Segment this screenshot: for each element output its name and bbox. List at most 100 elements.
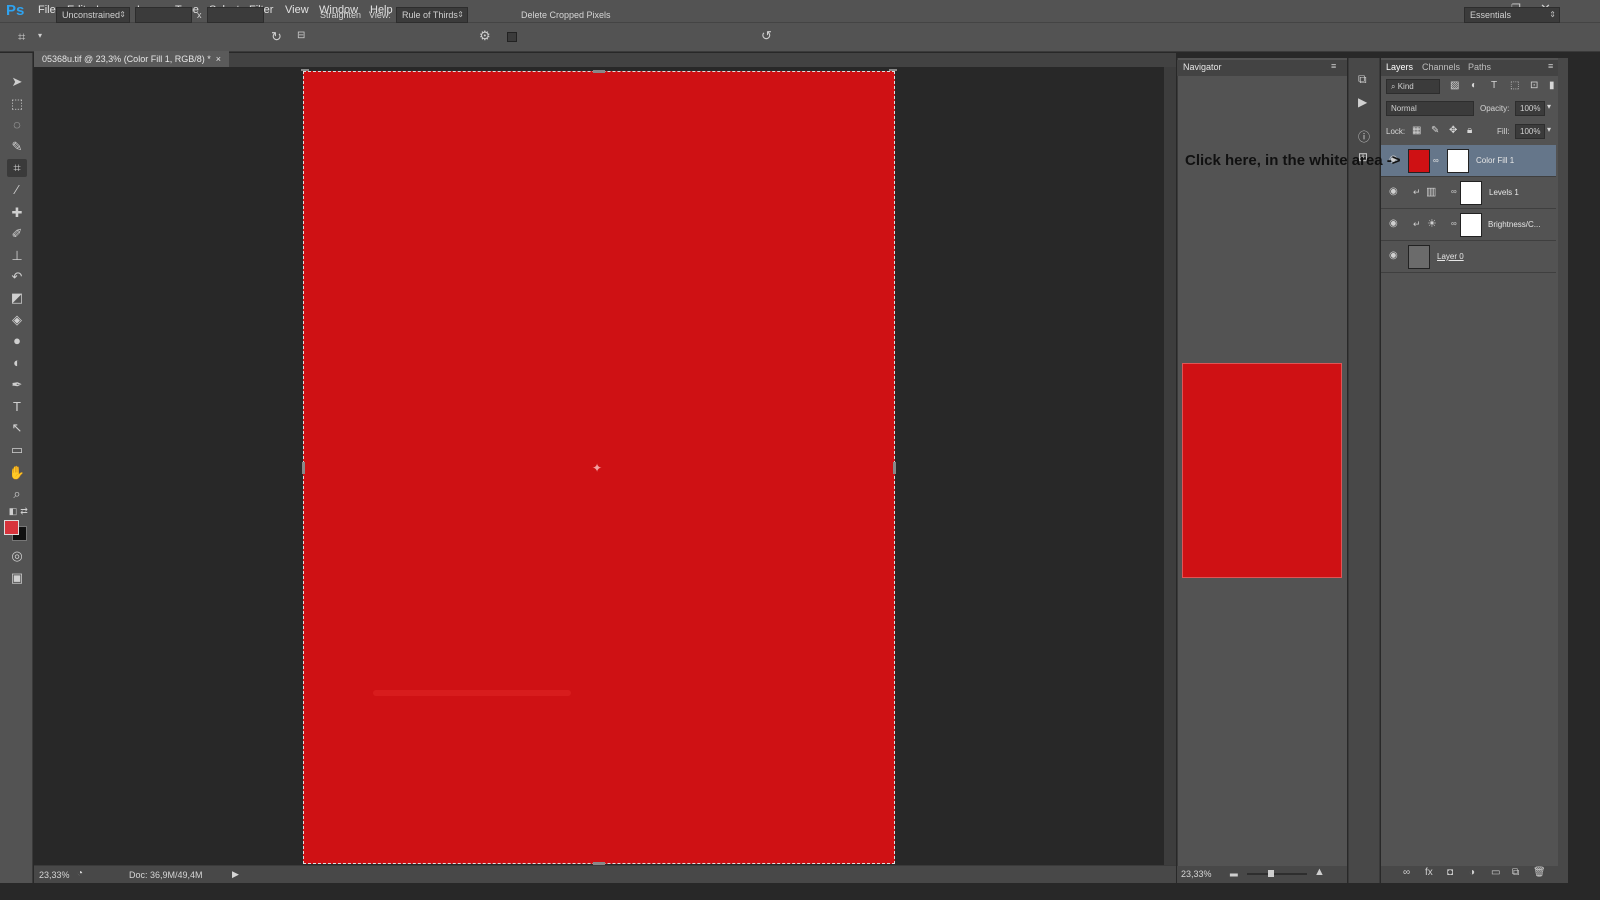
crop-width-input[interactable] <box>135 7 192 23</box>
reset-icon[interactable]: ↺ <box>761 28 772 44</box>
crop-handle-right[interactable] <box>893 462 896 474</box>
pixel-filter-icon[interactable]: ▨ <box>1450 80 1459 91</box>
layer-name[interactable]: Color Fill 1 <box>1476 156 1514 165</box>
visibility-eye-icon[interactable]: ◉ <box>1389 250 1398 261</box>
navigator-thumbnail[interactable] <box>1182 363 1342 578</box>
layer-mask-thumbnail[interactable] <box>1460 213 1482 237</box>
crop-handle-left[interactable] <box>302 462 305 474</box>
add-mask-icon[interactable]: ◘ <box>1447 867 1453 878</box>
panel-menu-icon[interactable]: ≡ <box>1331 61 1336 71</box>
document-tab-close-icon[interactable]: × <box>216 54 221 64</box>
opacity-arrow-icon[interactable]: ▾ <box>1547 102 1551 111</box>
lasso-tool-icon[interactable]: ◌ <box>7 116 27 134</box>
lock-all-icon[interactable]: 🔒︎ <box>1467 125 1472 136</box>
navigator-zoom-value[interactable]: 23,33% <box>1181 869 1212 879</box>
menu-file[interactable]: File <box>38 4 56 16</box>
fill-input[interactable]: 100% <box>1515 124 1545 139</box>
crop-tool-icon[interactable]: ⌗ <box>7 159 27 177</box>
history-brush-tool-icon[interactable]: ↶ <box>7 268 27 286</box>
zoom-slider-thumb[interactable] <box>1268 870 1274 877</box>
menu-view[interactable]: View <box>285 4 309 16</box>
lock-transparent-icon[interactable]: ▦ <box>1412 125 1421 136</box>
type-filter-icon[interactable]: T <box>1491 80 1497 91</box>
lock-position-icon[interactable]: ✥ <box>1449 125 1457 136</box>
filter-toggle-icon[interactable]: ▮ <box>1549 80 1555 91</box>
overlay-view-dropdown[interactable]: Rule of Thirds ⇕ <box>396 7 468 23</box>
layers-panel-menu-icon[interactable]: ≡ <box>1548 61 1553 71</box>
blend-mode-dropdown[interactable]: Normal <box>1386 101 1474 116</box>
quick-selection-tool-icon[interactable]: ✎ <box>7 138 27 156</box>
history-panel-icon[interactable]: ⧉ <box>1358 72 1367 87</box>
straighten-label[interactable]: Straighten <box>320 10 361 20</box>
eraser-tool-icon[interactable]: ◩ <box>7 289 27 307</box>
new-layer-icon[interactable]: ⧉ <box>1512 867 1519 878</box>
adjustment-filter-icon[interactable]: ◐ <box>1471 80 1477 91</box>
straighten-icon[interactable]: ⊟ <box>297 30 305 41</box>
tab-layers[interactable]: Layers <box>1386 62 1413 72</box>
layer-row-brightness[interactable]: ◉ ↵ ☀ ∞ Brightness/C... <box>1381 209 1556 241</box>
link-layers-icon[interactable]: ∞ <box>1403 867 1410 878</box>
pen-tool-icon[interactable]: ✒ <box>7 376 27 394</box>
rectangle-tool-icon[interactable]: ▭ <box>7 441 27 459</box>
paint-bucket-tool-icon[interactable]: ◈ <box>7 311 27 329</box>
quick-mask-icon[interactable]: ◎ <box>7 547 27 565</box>
tab-channels[interactable]: Channels <box>1422 62 1460 72</box>
layer-name[interactable]: Levels 1 <box>1489 188 1519 197</box>
crop-handle-top-left[interactable] <box>301 69 309 71</box>
document-tab[interactable]: 05368u.tif @ 23,3% (Color Fill 1, RGB/8)… <box>34 51 229 67</box>
tool-preset-chevron-icon[interactable]: ▾ <box>38 31 42 40</box>
eyedropper-tool-icon[interactable]: ⁄ <box>7 181 27 199</box>
zoom-level[interactable]: 23,33% <box>39 870 70 880</box>
status-info-icon[interactable]: ◔ <box>77 868 83 879</box>
link-icon[interactable]: ∞ <box>1433 156 1439 165</box>
delete-layer-icon[interactable]: 🗑︎ <box>1533 867 1546 878</box>
marquee-tool-icon[interactable]: ⬚ <box>7 95 27 113</box>
status-menu-arrow-icon[interactable]: ▶ <box>232 869 239 880</box>
tab-paths[interactable]: Paths <box>1468 62 1491 72</box>
layer-style-icon[interactable]: fx <box>1425 867 1433 878</box>
crop-handle-top-right[interactable] <box>889 69 897 71</box>
delete-cropped-pixels-checkbox[interactable] <box>507 32 517 42</box>
layer-row-levels[interactable]: ◉ ↵ ▥ ∞ Levels 1 <box>1381 177 1556 209</box>
brush-tool-icon[interactable]: ✐ <box>7 225 27 243</box>
layer-row-layer0[interactable]: ◉ Layer 0 <box>1381 241 1556 273</box>
panels-scrollbar[interactable] <box>1558 58 1568 883</box>
smart-object-filter-icon[interactable]: ⊡ <box>1530 80 1538 91</box>
zoom-in-icon[interactable]: ▲ <box>1314 866 1325 878</box>
type-tool-icon[interactable]: T <box>7 398 27 416</box>
actions-panel-icon[interactable]: ▶ <box>1358 95 1367 109</box>
opacity-input[interactable]: 100% <box>1515 101 1545 116</box>
layer-name[interactable]: Layer 0 <box>1437 252 1464 261</box>
delete-cropped-pixels-label[interactable]: Delete Cropped Pixels <box>521 10 611 20</box>
screen-mode-icon[interactable]: ▣ <box>7 569 27 587</box>
visibility-eye-icon[interactable]: ◉ <box>1389 186 1398 197</box>
navigator-title[interactable]: Navigator <box>1183 62 1222 72</box>
zoom-slider[interactable] <box>1247 873 1307 875</box>
info-panel-icon[interactable]: ⓘ <box>1358 128 1370 145</box>
dodge-tool-icon[interactable]: ◐ <box>7 354 27 372</box>
layer-mask-thumbnail[interactable] <box>1447 149 1469 173</box>
blur-tool-icon[interactable]: ● <box>7 332 27 350</box>
link-icon[interactable]: ∞ <box>1451 187 1457 196</box>
clone-stamp-tool-icon[interactable]: ⊥ <box>7 247 27 265</box>
crop-tool-icon[interactable]: ⌗ <box>18 29 25 45</box>
new-adjustment-icon[interactable]: ◑ <box>1469 867 1475 878</box>
layer-row-color-fill[interactable]: ◉ ∞ Color Fill 1 <box>1381 145 1556 177</box>
canvas-scrollbar[interactable] <box>1164 67 1176 865</box>
swap-colors-icon[interactable]: ⇄ <box>14 502 34 520</box>
layer-mask-thumbnail[interactable] <box>1460 181 1482 205</box>
layer-name[interactable]: Brightness/C... <box>1488 220 1540 229</box>
hand-tool-icon[interactable]: ✋ <box>7 464 27 482</box>
foreground-color-swatch[interactable] <box>4 520 19 535</box>
healing-brush-tool-icon[interactable]: ✚ <box>7 204 27 222</box>
path-selection-tool-icon[interactable]: ↖ <box>7 419 27 437</box>
fill-arrow-icon[interactable]: ▾ <box>1547 125 1551 134</box>
ratio-preset-dropdown[interactable]: Unconstrained ⇕ <box>56 7 130 23</box>
swap-dimensions-icon[interactable]: ↻ <box>271 29 282 45</box>
gear-icon[interactable]: ⚙ <box>479 28 491 44</box>
crop-handle-top[interactable] <box>593 70 605 73</box>
visibility-eye-icon[interactable]: ◉ <box>1389 218 1398 229</box>
zoom-tool-icon[interactable]: ⌕ <box>7 485 27 503</box>
link-icon[interactable]: ∞ <box>1451 219 1457 228</box>
new-group-icon[interactable]: ▭ <box>1491 867 1500 878</box>
